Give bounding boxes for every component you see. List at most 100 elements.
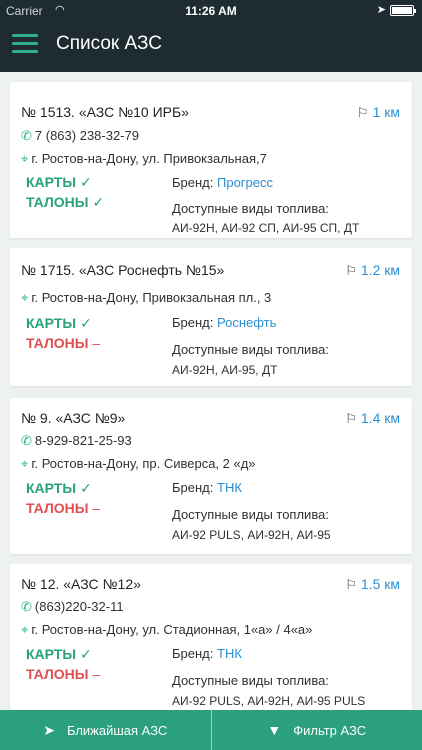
brand-value[interactable]: ТНК <box>217 480 242 495</box>
distance-value: 1 км <box>372 104 400 120</box>
app-header: Carrier ◠ 11:26 AM ➤ Список АЗС <box>0 0 422 72</box>
nearest-station-label: Ближайшая АЗС <box>66 722 168 738</box>
distance-value: 1.4 км <box>360 410 400 426</box>
phone-icon: ✆ <box>21 433 32 448</box>
phone-icon: ✆ <box>21 128 32 143</box>
fuel-types-value: АИ-92 PULS, АИ-92Н, АИ-95 PULS <box>172 694 366 708</box>
cards-label: КАРТЫ <box>26 480 77 496</box>
fuel-types-label: Доступные виды топлива: <box>172 507 329 522</box>
signpost-icon: ⚐ <box>345 411 357 426</box>
address-row: ⌖ г. Ростов-на-Дону, ул. Стадионная, 1«а»… <box>21 622 312 638</box>
fuel-types-value: АИ-92Н, АИ-95, ДТ <box>172 363 278 377</box>
coupons-label: ТАЛОНЫ <box>26 500 89 516</box>
brand-row: Бренд: ТНК <box>172 646 242 661</box>
station-name[interactable]: № 1715. «АЗС Роснефть №15» <box>21 262 224 278</box>
coupons-label: ТАЛОНЫ <box>26 335 89 351</box>
dash-icon: – <box>92 335 101 351</box>
brand-label: Бренд: <box>172 315 214 330</box>
phone-number[interactable]: 8-929-821-25-93 <box>35 433 132 448</box>
filter-stations-label: Фильтр АЗС <box>293 722 367 738</box>
fuel-types-label: Доступные виды топлива: <box>172 201 329 216</box>
check-icon: ✓ <box>80 646 92 662</box>
check-icon: ✓ <box>92 194 105 210</box>
address-text: г. Ростов-на-Дону, пр. Сиверса, 2 «д» <box>31 456 256 471</box>
phone-row[interactable]: ✆ (863)220-32-11 <box>21 599 124 615</box>
brand-row: Бренд: Прогресс <box>172 175 273 190</box>
station-card[interactable]: № 1513. «АЗС №10 ИРБ» ⚐ 1 км ✆ 7 (863) 238… <box>10 82 412 238</box>
address-text: г. Ростов-на-Дону, ул. Стадионная, 1«а» … <box>31 622 313 637</box>
coupons-status: ТАЛОНЫ ✓ <box>26 194 104 211</box>
battery-icon <box>390 5 416 16</box>
brand-row: Бренд: ТНК <box>172 480 242 495</box>
phone-icon: ✆ <box>21 599 32 614</box>
fuel-types-value: АИ-92Н, АИ-92 СП, АИ-95 СП, ДТ <box>172 221 360 235</box>
brand-label: Бренд: <box>172 175 214 190</box>
brand-row: Бренд: Роснефть <box>172 315 276 330</box>
address-row: ⌖ г. Ростов-на-Дону, Привокзальная пл., 3 <box>21 290 271 306</box>
station-distance: ⚐ 1.2 км <box>345 262 400 279</box>
check-icon: ✓ <box>80 174 92 190</box>
dash-icon: – <box>92 666 101 682</box>
coupons-label: ТАЛОНЫ <box>26 666 89 682</box>
phone-number[interactable]: (863)220-32-11 <box>35 599 124 614</box>
fuel-types-value: АИ-92 PULS, АИ-92Н, АИ-95 <box>172 528 331 542</box>
coupons-status: ТАЛОНЫ – <box>26 335 100 351</box>
coupons-status: ТАЛОНЫ – <box>26 666 100 682</box>
station-name[interactable]: № 1513. «АЗС №10 ИРБ» <box>21 104 189 120</box>
clock: 11:26 AM <box>185 4 237 18</box>
brand-value[interactable]: Роснефть <box>217 315 276 330</box>
signpost-icon: ⚐ <box>345 577 357 592</box>
station-distance: ⚐ 1.5 км <box>345 576 400 593</box>
cards-status: КАРТЫ ✓ <box>26 315 92 332</box>
brand-label: Бренд: <box>172 646 214 661</box>
nearest-station-button[interactable]: ➤ Ближайшая АЗС <box>0 710 211 750</box>
location-arrow-icon: ➤ <box>376 4 386 16</box>
check-icon: ✓ <box>80 480 92 496</box>
status-bar: Carrier ◠ 11:26 AM ➤ <box>0 0 422 22</box>
navigation-arrow-icon: ➤ <box>43 721 55 738</box>
fuel-types-label: Доступные виды топлива: <box>172 673 329 688</box>
station-card[interactable]: № 1715. «АЗС Роснефть №15» ⚐ 1.2 км ⌖ г. Р… <box>10 248 412 386</box>
address-row: ⌖ г. Ростов-на-Дону, ул. Привокзальная,7 <box>21 151 267 167</box>
station-distance: ⚐ 1.4 км <box>345 410 400 427</box>
station-name[interactable]: № 12. «АЗС №12» <box>21 576 141 592</box>
station-name[interactable]: № 9. «АЗС №9» <box>21 410 125 426</box>
hamburger-menu-icon[interactable] <box>12 34 38 54</box>
brand-value[interactable]: Прогресс <box>217 175 273 190</box>
station-list[interactable]: № 1513. «АЗС №10 ИРБ» ⚐ 1 км ✆ 7 (863) 238… <box>0 72 422 710</box>
address-text: г. Ростов-на-Дону, ул. Привокзальная,7 <box>31 151 267 166</box>
filter-stations-button[interactable]: ▼ Фильтр АЗС <box>212 710 422 750</box>
brand-value[interactable]: ТНК <box>217 646 242 661</box>
distance-value: 1.2 км <box>360 262 400 278</box>
signpost-icon: ⚐ <box>356 105 369 120</box>
page-title: Список АЗС <box>56 33 162 54</box>
station-card[interactable]: № 12. «АЗС №12» ⚐ 1.5 км ✆ (863)220-32-11 … <box>10 564 412 710</box>
address-row: ⌖ г. Ростов-на-Дону, пр. Сиверса, 2 «д» <box>21 456 256 472</box>
cards-status: КАРТЫ ✓ <box>26 646 92 663</box>
map-pin-icon: ⌖ <box>21 151 29 166</box>
cards-label: КАРТЫ <box>26 174 77 190</box>
funnel-filter-icon: ▼ <box>267 722 282 738</box>
cards-status: КАРТЫ ✓ <box>26 480 92 497</box>
cards-label: КАРТЫ <box>26 646 77 662</box>
check-icon: ✓ <box>80 315 92 331</box>
coupons-label: ТАЛОНЫ <box>26 194 89 210</box>
phone-number[interactable]: 7 (863) 238-32-79 <box>35 128 139 143</box>
cards-status: КАРТЫ ✓ <box>26 174 92 191</box>
distance-value: 1.5 км <box>360 576 400 592</box>
map-pin-icon: ⌖ <box>21 456 29 471</box>
map-pin-icon: ⌖ <box>21 290 29 305</box>
address-text: г. Ростов-на-Дону, Привокзальная пл., 3 <box>31 290 272 305</box>
coupons-status: ТАЛОНЫ – <box>26 500 100 516</box>
brand-label: Бренд: <box>172 480 214 495</box>
phone-row[interactable]: ✆ 8-929-821-25-93 <box>21 433 132 449</box>
dash-icon: – <box>92 500 101 516</box>
cards-label: КАРТЫ <box>26 315 77 331</box>
fuel-types-label: Доступные виды топлива: <box>172 342 329 357</box>
map-pin-icon: ⌖ <box>21 622 29 637</box>
signpost-icon: ⚐ <box>345 263 357 278</box>
station-distance: ⚐ 1 км <box>357 104 400 121</box>
phone-row[interactable]: ✆ 7 (863) 238-32-79 <box>21 128 139 144</box>
bottom-action-bar: ➤ Ближайшая АЗС ▼ Фильтр АЗС <box>0 710 422 750</box>
station-card[interactable]: № 9. «АЗС №9» ⚐ 1.4 км ✆ 8-929-821-25-93 ⌖… <box>10 398 412 554</box>
